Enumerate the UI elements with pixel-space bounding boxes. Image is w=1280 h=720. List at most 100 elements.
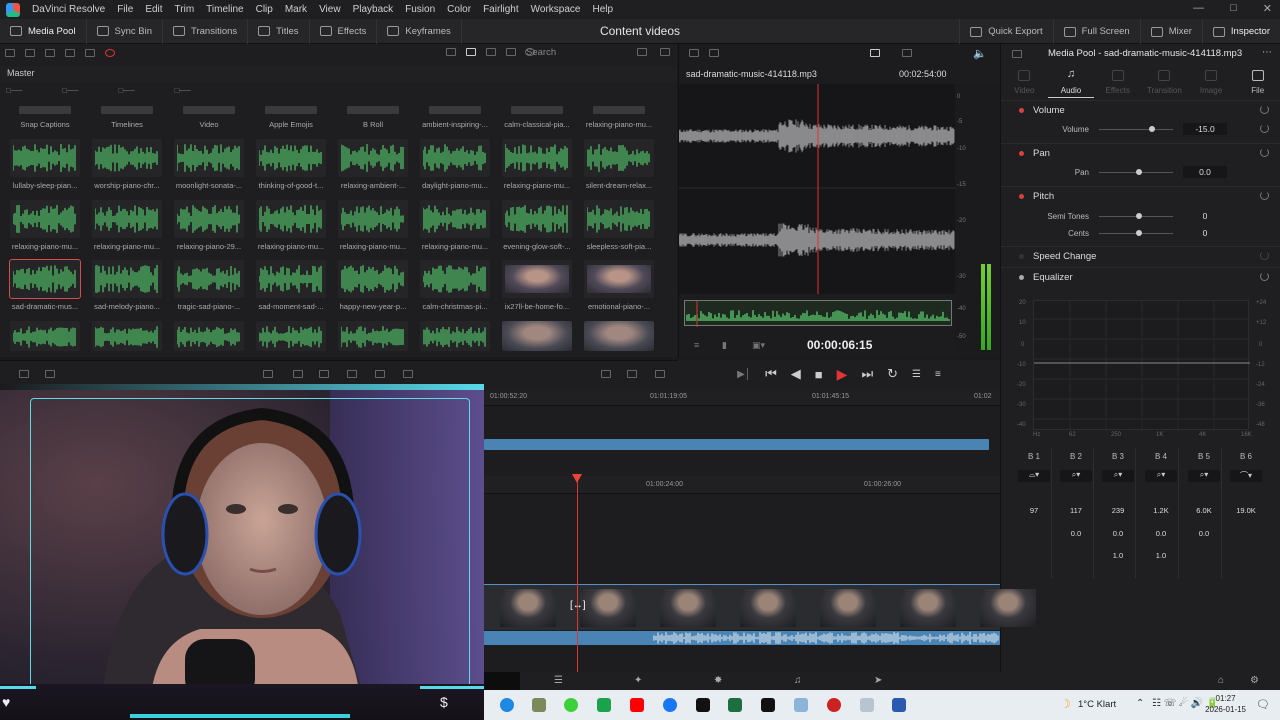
volume-section[interactable]: Volume — [1001, 100, 1280, 120]
folder-thumb[interactable] — [265, 106, 317, 114]
menu-mark[interactable]: Mark — [279, 4, 313, 15]
ripple-overwrite-icon[interactable] — [319, 370, 329, 378]
eq-band-header[interactable]: B 3 — [1101, 452, 1135, 461]
titles-button[interactable]: Titles — [248, 18, 310, 44]
audio-clip-thumb[interactable] — [174, 200, 244, 238]
audio-clip-thumb[interactable] — [256, 139, 326, 177]
menu-file[interactable]: File — [111, 4, 139, 15]
folder-thumb[interactable] — [101, 106, 153, 114]
menu-help[interactable]: Help — [586, 4, 619, 15]
minimize-icon[interactable]: — — [1193, 2, 1204, 15]
overview-audio-clip[interactable] — [484, 439, 989, 450]
equalizer-section[interactable]: Equalizer — [1001, 267, 1280, 287]
menu-trim[interactable]: Trim — [169, 4, 201, 15]
folder-thumb[interactable] — [183, 106, 235, 114]
audio-clip-thumb[interactable] — [502, 260, 572, 298]
weather-text[interactable]: 1°C Klart — [1078, 699, 1116, 710]
overview-ruler[interactable]: 01:00:52:20 01:01:19:05 01:01:45:15 01:0… — [484, 388, 1000, 406]
audio-clip-thumb[interactable] — [92, 321, 162, 351]
audio-clip-thumb[interactable] — [9, 259, 81, 299]
menu-fusion[interactable]: Fusion — [399, 4, 441, 15]
audio-clip-thumb[interactable] — [420, 139, 490, 177]
audio-clip-thumb[interactable] — [256, 260, 326, 298]
play-icon[interactable]: ▶ — [837, 366, 848, 383]
tray-arrow-icon[interactable]: ⌃ — [1136, 698, 1144, 709]
viewer-mode-icon[interactable] — [689, 49, 699, 57]
linked-selection-icon[interactable] — [45, 370, 55, 378]
transport-menu-icon[interactable]: ≡ — [935, 369, 941, 380]
audio-clip-thumb[interactable] — [10, 321, 80, 351]
eq-band-header[interactable]: B 5 — [1187, 452, 1221, 461]
audio-view-icon[interactable] — [870, 49, 880, 57]
sort-icon[interactable] — [637, 48, 647, 56]
loop-icon-left[interactable]: ▶│ — [737, 369, 751, 380]
cents-value[interactable]: 0 — [1183, 227, 1227, 239]
eq-band-filter-select[interactable]: ⌕▾ — [1188, 470, 1220, 482]
smart-bin-icon[interactable] — [65, 49, 75, 57]
volume-enable-dot[interactable] — [1019, 108, 1024, 113]
tab-audio[interactable]: ♫ Audio — [1047, 68, 1095, 98]
eq-band-header[interactable]: B 2 — [1059, 452, 1093, 461]
pan-reset-icon[interactable] — [1260, 148, 1269, 157]
eq-band-filter-select[interactable]: ⌕▾ — [1060, 470, 1092, 482]
record-icon[interactable] — [105, 49, 115, 57]
semitones-slider-knob[interactable] — [1136, 213, 1142, 219]
source-overwrite-icon[interactable] — [403, 370, 413, 378]
eq-band-header[interactable]: B 4 — [1144, 452, 1178, 461]
page-deliver-icon[interactable]: ➤ — [874, 675, 882, 686]
thumbnail-view-icon[interactable] — [446, 48, 456, 56]
volume-value[interactable]: -15.0 — [1183, 123, 1227, 135]
menu-view[interactable]: View — [313, 4, 347, 15]
header-icon-1[interactable]: □── — [6, 86, 22, 100]
app-icon-10[interactable] — [794, 698, 808, 712]
eq-band-filter-select[interactable]: ⌒▾ — [1230, 470, 1262, 482]
keyframes-button[interactable]: Keyframes — [377, 18, 462, 44]
excel-icon[interactable] — [728, 698, 742, 712]
search-input[interactable]: Search — [526, 47, 626, 59]
audio-clip-thumb[interactable] — [174, 321, 244, 351]
header-icon-2[interactable]: □── — [62, 86, 78, 100]
folder-thumb[interactable] — [19, 106, 71, 114]
skip-back-icon[interactable]: ⏮ — [765, 366, 777, 382]
app-icon-3[interactable] — [564, 698, 578, 712]
options-icon[interactable] — [660, 48, 670, 56]
eq-band-frequency[interactable]: 19.0K — [1230, 505, 1262, 517]
audio-clip-thumb[interactable] — [338, 200, 408, 238]
tab-effects[interactable]: Effects — [1094, 68, 1141, 98]
list-view-icon[interactable] — [486, 48, 496, 56]
jog-waveform[interactable] — [684, 300, 952, 327]
home-icon[interactable]: ⌂ — [1218, 675, 1224, 686]
page-color-icon[interactable]: ✸ — [714, 675, 722, 686]
facebook-icon[interactable] — [663, 698, 677, 712]
tiktok-icon[interactable] — [696, 698, 710, 712]
tab-image[interactable]: Image — [1188, 68, 1235, 98]
stop-icon[interactable]: ■ — [815, 367, 823, 382]
page-fairlight-icon[interactable]: ♫ — [794, 675, 802, 686]
place-on-top-icon[interactable] — [375, 370, 385, 378]
audio-clip-thumb[interactable] — [584, 139, 654, 177]
audio-clip-thumb[interactable] — [10, 200, 80, 238]
eq-band-gain[interactable]: 0.0 — [1060, 528, 1092, 540]
effects-button[interactable]: Effects — [310, 18, 378, 44]
youtube-icon[interactable] — [630, 698, 644, 712]
x-icon[interactable] — [761, 698, 775, 712]
tab-transition[interactable]: Transition — [1141, 68, 1188, 98]
eq-band-gain[interactable]: 0.0 — [1102, 528, 1134, 540]
inspector-more-icon[interactable]: ⋯ — [1262, 47, 1272, 58]
settings-icon[interactable]: ⚙ — [1250, 675, 1259, 686]
pan-slider-knob[interactable] — [1136, 169, 1142, 175]
eq-band-filter-select[interactable]: ⌕▾ — [1145, 470, 1177, 482]
audio-clip-thumb[interactable] — [584, 260, 654, 298]
eq-band-header[interactable]: B 1 — [1017, 452, 1051, 461]
viewer-layout-icon[interactable] — [709, 49, 719, 57]
timeline-option-1-icon[interactable] — [601, 370, 611, 378]
timeline-playhead-line[interactable] — [577, 476, 578, 672]
marker-icon[interactable]: ▮ — [722, 340, 727, 351]
inspector-layout-icon[interactable] — [1012, 50, 1022, 58]
audio-clip-thumb[interactable] — [338, 260, 408, 298]
menu-edit[interactable]: Edit — [139, 4, 168, 15]
audio-clip-thumb[interactable] — [174, 260, 244, 298]
audio-clip-thumb[interactable] — [174, 139, 244, 177]
folder-thumb[interactable] — [347, 106, 399, 114]
eq-band-filter-select[interactable]: ⌓▾ — [1018, 470, 1050, 482]
